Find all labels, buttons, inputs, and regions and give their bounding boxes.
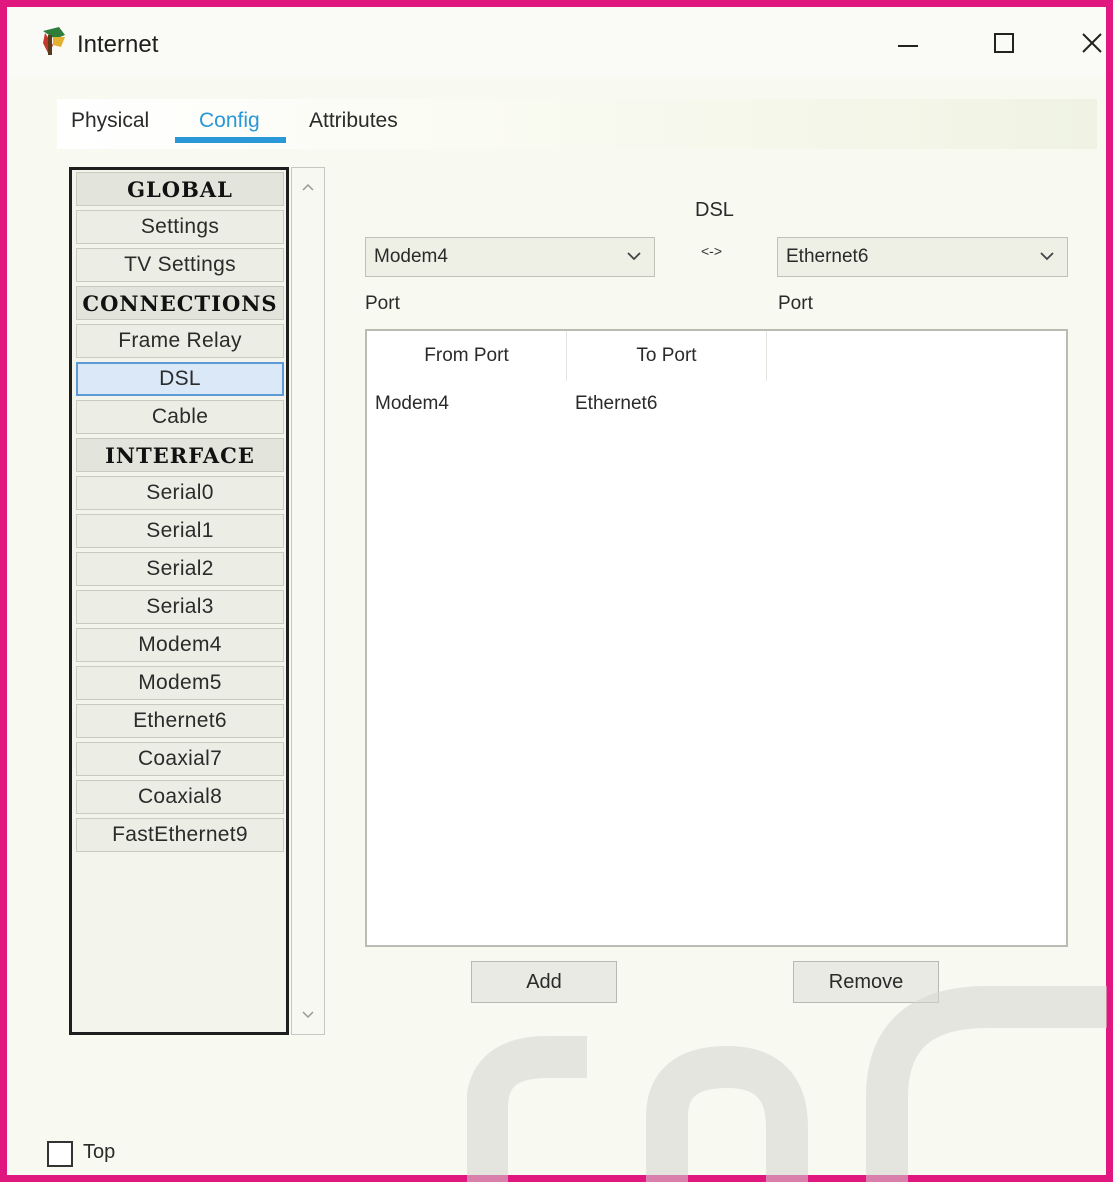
window-title: Internet — [77, 31, 159, 58]
scroll-up-icon[interactable] — [292, 172, 324, 202]
sidebar-item-coaxial7[interactable]: Coaxial7 — [76, 742, 284, 776]
sidebar-item-modem4[interactable]: Modem4 — [76, 628, 284, 662]
remove-button[interactable]: Remove — [793, 961, 939, 1003]
sidebar-item-serial1[interactable]: Serial1 — [76, 514, 284, 548]
sidebar-item-fastethernet9[interactable]: FastEthernet9 — [76, 818, 284, 852]
cell-to-port: Ethernet6 — [575, 393, 658, 414]
connection-type-label: DSL — [695, 199, 734, 221]
sidebar-header-global: GLOBAL — [76, 172, 284, 206]
chevron-down-icon — [1037, 246, 1057, 266]
config-sidebar: GLOBAL Settings TV Settings CONNECTIONS … — [69, 167, 289, 1035]
top-checkbox[interactable] — [47, 1141, 73, 1167]
active-tab-indicator — [175, 137, 286, 143]
top-checkbox-label: Top — [83, 1141, 116, 1163]
to-port-select[interactable]: Ethernet6 — [777, 237, 1068, 277]
sidebar-item-serial3[interactable]: Serial3 — [76, 590, 284, 624]
sidebar-header-connections: CONNECTIONS — [76, 286, 284, 320]
from-port-select-value: Modem4 — [374, 246, 448, 267]
sidebar-item-serial2[interactable]: Serial2 — [76, 552, 284, 586]
sidebar-item-cable[interactable]: Cable — [76, 400, 284, 434]
from-port-label: Port — [365, 293, 400, 314]
tab-physical[interactable]: Physical — [71, 109, 149, 133]
from-port-select[interactable]: Modem4 — [365, 237, 655, 277]
to-port-select-value: Ethernet6 — [786, 246, 869, 267]
title-bar: Internet — [7, 7, 1106, 77]
window-frame: Internet Physical Config Attributes GLOB… — [0, 0, 1113, 1182]
sidebar-item-modem5[interactable]: Modem5 — [76, 666, 284, 700]
add-button[interactable]: Add — [471, 961, 617, 1003]
sidebar-scrollbar[interactable] — [291, 167, 325, 1035]
sidebar-item-coaxial8[interactable]: Coaxial8 — [76, 780, 284, 814]
maximize-button[interactable] — [979, 21, 1029, 65]
sidebar-item-ethernet6[interactable]: Ethernet6 — [76, 704, 284, 738]
column-header-to-port[interactable]: To Port — [567, 331, 767, 381]
chevron-down-icon — [624, 246, 644, 266]
tab-attributes[interactable]: Attributes — [309, 109, 398, 133]
bidirectional-arrow: <-> — [701, 243, 723, 259]
tab-config[interactable]: Config — [199, 109, 260, 133]
app-icon — [39, 25, 71, 57]
sidebar-item-settings[interactable]: Settings — [76, 210, 284, 244]
connections-table[interactable]: From Port To Port Modem4 Ethernet6 — [365, 329, 1068, 947]
column-header-from-port[interactable]: From Port — [367, 331, 567, 381]
minimize-button[interactable] — [883, 21, 933, 65]
close-button[interactable] — [1067, 21, 1113, 65]
tab-bar: Physical Config Attributes — [57, 99, 1097, 149]
scroll-down-icon[interactable] — [292, 1000, 324, 1030]
sidebar-header-interface: INTERFACE — [76, 438, 284, 472]
cell-from-port: Modem4 — [375, 393, 449, 414]
sidebar-item-tv-settings[interactable]: TV Settings — [76, 248, 284, 282]
sidebar-item-frame-relay[interactable]: Frame Relay — [76, 324, 284, 358]
sidebar-item-serial0[interactable]: Serial0 — [76, 476, 284, 510]
sidebar-item-dsl[interactable]: DSL — [76, 362, 284, 396]
to-port-label: Port — [778, 293, 813, 314]
